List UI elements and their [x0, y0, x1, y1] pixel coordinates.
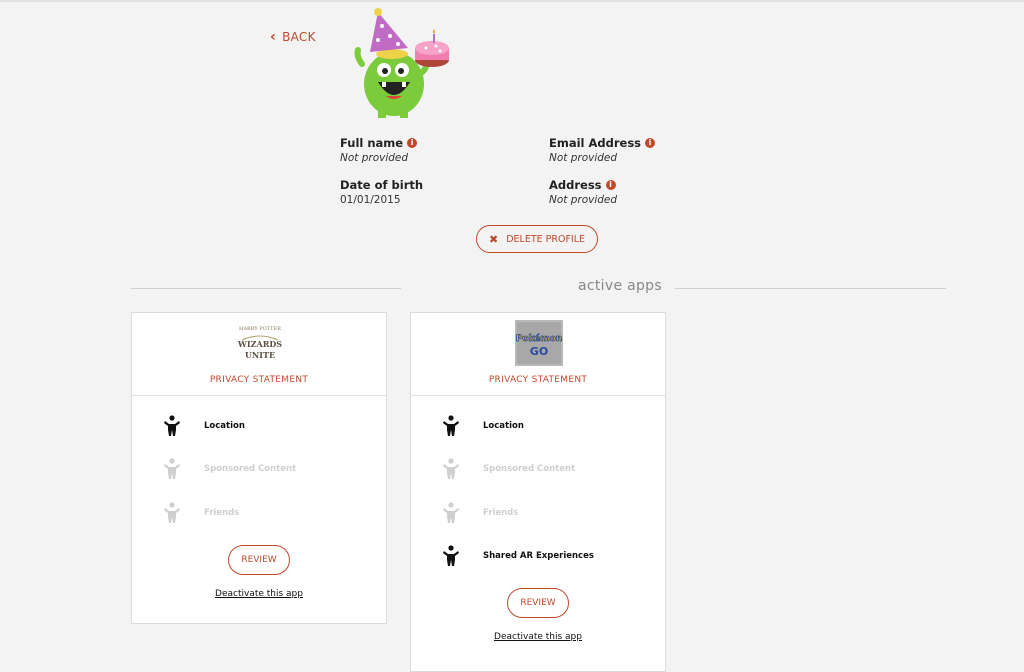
svg-text:HARRY POTTER: HARRY POTTER	[239, 326, 281, 332]
address-field: Address i Not provided	[549, 178, 617, 206]
permission-label: Sponsored Content	[483, 464, 576, 474]
svg-text:Pokémon: Pokémon	[516, 333, 563, 344]
permission-friends[interactable]: Friends	[164, 502, 239, 524]
dob-label: Date of birth	[340, 178, 424, 192]
dob-value: 01/01/2015	[340, 194, 401, 206]
svg-text:WIZARDS: WIZARDS	[237, 339, 282, 349]
monster-avatar-icon	[354, 8, 449, 118]
privacy-statement-link[interactable]: PRIVACY STATEMENT	[132, 375, 386, 385]
delete-profile-label: DELETE PROFILE	[506, 233, 586, 245]
close-icon: ✖	[488, 232, 499, 246]
email-field: Email Address i Not provided	[549, 136, 656, 164]
permission-sponsored-content[interactable]: Sponsored Content	[164, 458, 296, 480]
back-link[interactable]: ‹ BACK	[270, 30, 316, 44]
permission-friends[interactable]: Friends	[443, 502, 518, 524]
review-button[interactable]: REVIEW	[507, 588, 569, 618]
child-figure-icon	[164, 415, 180, 436]
wizards-unite-logo-icon: HARRY POTTER WIZARDS UNITE	[236, 320, 284, 366]
info-icon[interactable]: i	[605, 180, 616, 190]
deactivate-app-link[interactable]: Deactivate this app	[132, 589, 386, 599]
deactivate-app-link[interactable]: Deactivate this app	[411, 632, 665, 642]
permission-label: Friends	[204, 508, 240, 518]
child-figure-icon	[443, 415, 459, 436]
info-icon[interactable]: i	[645, 138, 656, 148]
child-figure-icon	[164, 458, 180, 479]
chevron-left-icon: ‹	[270, 29, 277, 45]
child-figure-icon	[164, 502, 180, 523]
info-icon[interactable]: i	[407, 138, 418, 148]
permission-label: Sponsored Content	[204, 464, 297, 474]
app-card-pokemon-go: Pokémon GO PRIVACY STATEMENT Location Sp…	[410, 312, 666, 672]
top-border	[0, 0, 1024, 2]
permission-shared-ar[interactable]: Shared AR Experiences	[443, 545, 594, 567]
review-button[interactable]: REVIEW	[228, 545, 290, 575]
permission-location[interactable]: Location	[164, 415, 245, 437]
child-figure-icon	[443, 502, 459, 523]
child-figure-icon	[443, 545, 459, 566]
full-name-value: Not provided	[340, 152, 409, 164]
permission-label: Friends	[483, 508, 519, 518]
permission-label: Shared AR Experiences	[483, 551, 594, 561]
address-value: Not provided	[549, 194, 618, 206]
card-header: HARRY POTTER WIZARDS UNITE PRIVACY STATE…	[132, 313, 386, 396]
permission-sponsored-content[interactable]: Sponsored Content	[443, 458, 575, 480]
back-label: BACK	[282, 30, 316, 44]
app-card-wizards-unite: HARRY POTTER WIZARDS UNITE PRIVACY STATE…	[131, 312, 387, 624]
svg-text:UNITE: UNITE	[245, 350, 275, 360]
svg-text:GO: GO	[530, 345, 548, 358]
divider-left	[131, 288, 401, 289]
full-name-label: Full name	[340, 136, 404, 150]
dob-field: Date of birth 01/01/2015	[340, 178, 423, 206]
delete-profile-button[interactable]: ✖ DELETE PROFILE	[476, 225, 598, 253]
email-label: Email Address	[549, 136, 642, 150]
divider-right	[675, 288, 946, 289]
privacy-statement-link[interactable]: PRIVACY STATEMENT	[411, 375, 665, 385]
address-label: Address	[549, 178, 602, 192]
permission-location[interactable]: Location	[443, 415, 524, 437]
full-name-field: Full name i Not provided	[340, 136, 418, 164]
section-title: active apps	[578, 278, 662, 294]
pokemon-go-logo-icon: Pokémon GO	[515, 320, 563, 366]
permission-label: Location	[204, 421, 245, 431]
child-figure-icon	[443, 458, 459, 479]
permission-label: Location	[483, 421, 524, 431]
card-header: Pokémon GO PRIVACY STATEMENT	[411, 313, 665, 396]
email-value: Not provided	[549, 152, 618, 164]
